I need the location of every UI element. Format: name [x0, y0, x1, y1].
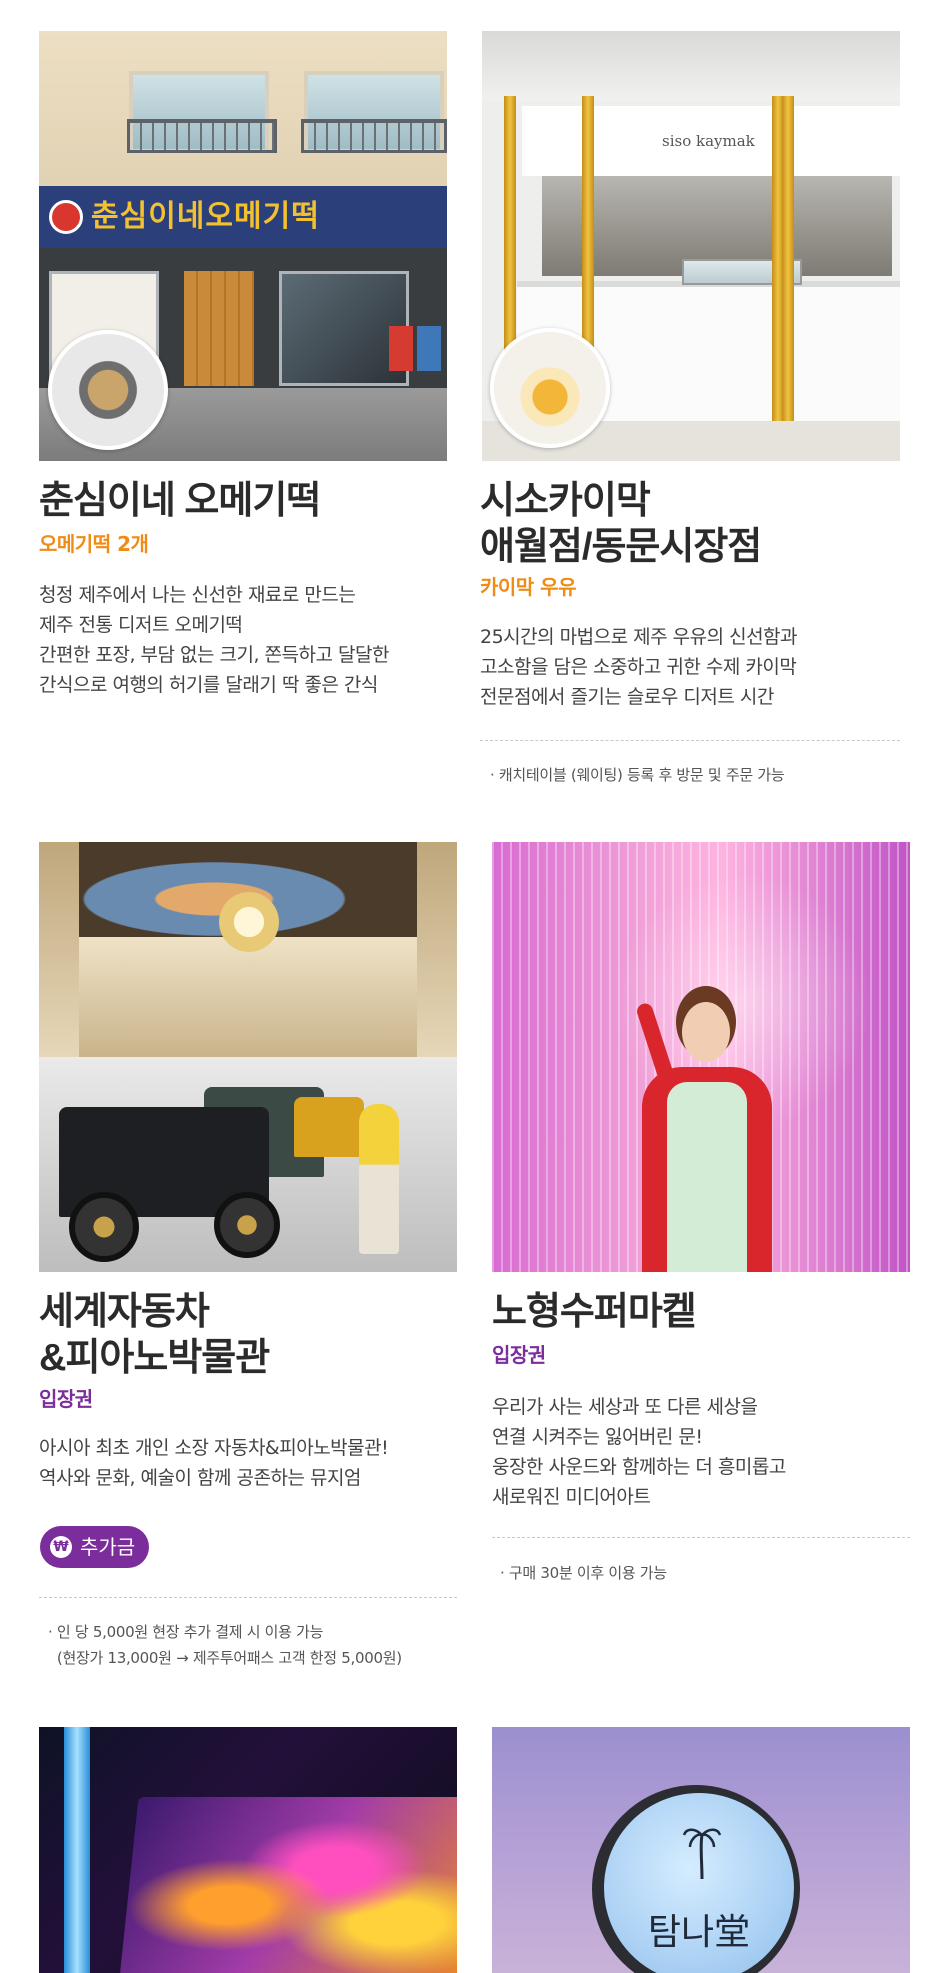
card-1-subtitle: 오메기떡 2개: [39, 532, 149, 556]
description-line: 간편한 포장, 부담 없는 크기, 쫀득하고 달달한: [39, 644, 389, 666]
vintage-car: [294, 1097, 364, 1157]
shop-banner: siso kaymak: [522, 106, 900, 176]
wooden-door: [184, 271, 254, 386]
description-line: 연결 시켜주는 잃어버린 문!: [492, 1426, 703, 1448]
light-pillar: [64, 1727, 90, 1973]
title-line: 애월점/동문시장점: [480, 526, 762, 568]
store-sign: 춘심이네오메기떡: [39, 186, 447, 248]
description-line: 아시아 최초 개인 소장 자동차&피아노박물관!: [39, 1437, 389, 1459]
card-3-title: 세계자동차 &피아노박물관: [39, 1289, 270, 1381]
divider: [480, 740, 900, 741]
description-line: 웅장한 사운드와 함께하는 더 흥미롭고: [492, 1456, 786, 1478]
round-sign: 탐나堂: [604, 1793, 794, 1973]
car-wheel: [214, 1192, 280, 1258]
card-3-subtitle: 입장권: [39, 1387, 93, 1411]
balcony-rail: [127, 119, 277, 153]
title-line: 춘심이네 오메기떡: [39, 480, 321, 522]
description-line: 새로워진 미디어아트: [492, 1486, 651, 1508]
card-5-photo[interactable]: [39, 1727, 457, 1973]
card-2-subtitle: 카이막 우유: [480, 575, 576, 599]
description-line: 25시간의 마법으로 제주 우유의 신선함과: [480, 626, 798, 648]
card-2-description: 25시간의 마법으로 제주 우유의 신선함과 고소함을 담은 소중하고 귀한 수…: [480, 622, 798, 712]
card-2-note: · 캐치테이블 (웨이팅) 등록 후 방문 및 주문 가능: [490, 762, 785, 788]
description-line: 고소함을 담은 소중하고 귀한 수제 카이막: [480, 656, 797, 678]
sign-text: 탐나堂: [647, 1912, 751, 1953]
trash-bin: [417, 326, 441, 371]
balcony-rail: [301, 119, 447, 153]
kaymak-inset-image: [490, 328, 610, 448]
card-4-description: 우리가 사는 세상과 또 다른 세상을 연결 시켜주는 잃어버린 문! 웅장한 …: [492, 1392, 786, 1512]
card-3-description: 아시아 최초 개인 소장 자동차&피아노박물관! 역사와 문화, 예술이 함께 …: [39, 1433, 389, 1493]
card-1-title: 춘심이네 오메기떡: [39, 478, 321, 524]
divider: [39, 1597, 457, 1598]
visitor: [359, 1104, 399, 1254]
description-line: 우리가 사는 세상과 또 다른 세상을: [492, 1396, 758, 1418]
rice-cake-inset-image: [48, 330, 168, 450]
description-line: 간식으로 여행의 허기를 달래기 딱 좋은 간식: [39, 674, 378, 696]
dress: [667, 1082, 747, 1272]
title-line: 시소카이막: [480, 480, 651, 522]
note-line: (현장가 13,000원 → 제주투어패스 고객 한정 5,000원): [48, 1649, 402, 1667]
card-4-subtitle: 입장권: [492, 1343, 546, 1367]
card-6-photo[interactable]: 탐나堂: [492, 1727, 910, 1973]
divider: [492, 1537, 910, 1538]
description-line: 역사와 문화, 예술이 함께 공존하는 뮤지엄: [39, 1467, 361, 1489]
title-line: 세계자동차: [39, 1291, 210, 1333]
note-line: · 구매 30분 이후 이용 가능: [500, 1564, 667, 1582]
card-4-photo[interactable]: [492, 842, 910, 1272]
media-art-wall: [119, 1797, 457, 1973]
card-4-title: 노형수퍼마켙: [492, 1289, 697, 1335]
note-line: · 인 당 5,000원 현장 추가 결제 시 이용 가능: [48, 1623, 324, 1641]
card-1-description: 청정 제주에서 나는 신선한 재료로 만드는 제주 전통 디저트 오메기떡 간편…: [39, 580, 389, 700]
ceiling: [482, 31, 900, 101]
note-line: · 캐치테이블 (웨이팅) 등록 후 방문 및 주문 가능: [490, 766, 785, 784]
description-line: 전문점에서 즐기는 슬로우 디저트 시간: [480, 686, 774, 708]
extra-fee-badge: ₩ 추가금: [40, 1526, 150, 1568]
chandelier: [214, 887, 284, 957]
won-coin-icon: ₩: [50, 1536, 72, 1558]
card-3-photo[interactable]: [39, 842, 457, 1272]
store-sign-text: 춘심이네오메기떡: [91, 199, 320, 234]
gold-post: [782, 96, 794, 456]
person-head: [682, 1002, 730, 1062]
description-line: 제주 전통 디저트 오메기떡: [39, 614, 243, 636]
card-2-title: 시소카이막 애월점/동문시장점: [480, 478, 762, 570]
palm-tree-icon: [682, 1828, 722, 1880]
store-logo-icon: [49, 200, 83, 234]
trash-bin: [389, 326, 413, 371]
badge-label: 추가금: [80, 1535, 136, 1559]
car-wheel: [69, 1192, 139, 1262]
card-3-note: · 인 당 5,000원 현장 추가 결제 시 이용 가능 (현장가 13,00…: [48, 1619, 402, 1671]
title-line: 노형수퍼마켙: [492, 1291, 697, 1333]
title-line: &피아노박물관: [39, 1337, 270, 1379]
description-line: 청정 제주에서 나는 신선한 재료로 만드는: [39, 584, 356, 606]
card-4-note: · 구매 30분 이후 이용 가능: [500, 1560, 667, 1586]
